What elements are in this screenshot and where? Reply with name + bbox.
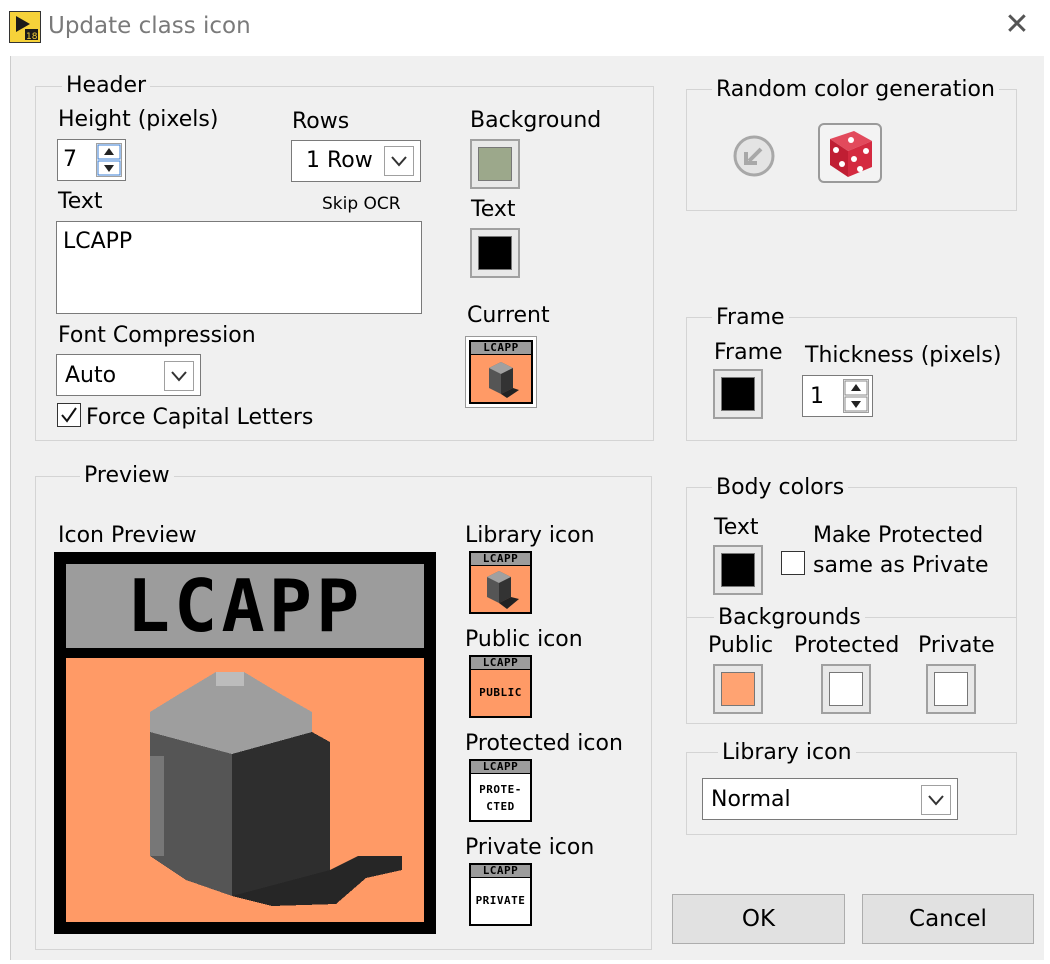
protected-icon-label: Protected icon (465, 731, 623, 756)
dice-icon[interactable] (818, 123, 882, 183)
private-bg-swatch[interactable] (926, 664, 976, 714)
header-group-label: Header (62, 73, 151, 98)
cube-icon (150, 672, 402, 906)
icon-preview-canvas: LCAPP (54, 552, 436, 934)
force-capital-label: Force Capital Letters (86, 405, 314, 430)
height-label: Height (pixels) (58, 107, 219, 132)
svg-text:18: 18 (26, 32, 38, 42)
close-icon[interactable]: ✕ (1000, 10, 1034, 44)
frame-group-label: Frame (712, 305, 789, 330)
preview-group-label: Preview (80, 463, 174, 488)
public-bg-swatch[interactable] (713, 664, 763, 714)
library-icon-group-label: Library icon (718, 740, 856, 765)
text-color-fill (478, 236, 512, 270)
body-text-label: Text (714, 515, 759, 540)
protected-icon-text-line1: PROTE- (479, 783, 522, 796)
protected-icon-text-line2: CTED (486, 800, 515, 813)
make-protected-checkbox[interactable] (781, 551, 805, 575)
library-icon-dropdown[interactable]: Normal (702, 778, 958, 820)
frame-color-swatch[interactable] (713, 369, 763, 419)
force-capital-checkbox[interactable] (57, 403, 81, 427)
protected-icon-header: LCAPP (471, 761, 530, 774)
body-text-color-fill (721, 553, 755, 587)
protected-icon-preview: LCAPP PROTE- CTED (469, 759, 532, 822)
private-icon-text: PRIVATE (475, 894, 526, 907)
background-color-fill (478, 147, 512, 181)
public-icon-header: LCAPP (471, 657, 530, 670)
height-value: 7 (63, 147, 77, 172)
text-color-label: Text (471, 197, 516, 222)
private-icon-label: Private icon (465, 835, 595, 860)
app-icon: 18 (9, 11, 41, 43)
library-icon-label: Library icon (465, 523, 595, 548)
private-icon-header: LCAPP (471, 865, 530, 878)
frame-color-label: Frame (714, 340, 783, 365)
height-field[interactable]: 7 (57, 139, 126, 181)
private-icon-preview: LCAPP PRIVATE (469, 863, 532, 926)
font-compression-label: Font Compression (58, 323, 256, 348)
backgrounds-label: Backgrounds (714, 605, 865, 630)
thickness-spinner[interactable] (843, 379, 869, 413)
text-label: Text (58, 189, 103, 214)
ok-button[interactable]: OK (672, 894, 845, 944)
cube-icon (489, 362, 519, 398)
make-protected-label-line2: same as Private (813, 553, 989, 578)
undo-icon[interactable] (731, 133, 777, 179)
header-text-value: LCAPP (63, 229, 133, 254)
public-bg-fill (721, 672, 755, 706)
icon-preview-label: Icon Preview (58, 523, 197, 548)
cancel-button[interactable]: Cancel (862, 894, 1034, 944)
random-color-label: Random color generation (712, 77, 999, 102)
thickness-label: Thickness (pixels) (805, 343, 1002, 368)
rows-dropdown[interactable]: 1 Row (291, 140, 421, 182)
protected-bg-label: Protected (794, 633, 900, 658)
frame-color-fill (721, 377, 755, 411)
font-compression-dropdown[interactable]: Auto (56, 354, 201, 396)
make-protected-label-line1: Make Protected (813, 523, 984, 548)
chevron-down-icon[interactable] (164, 361, 194, 391)
height-spinner[interactable] (96, 143, 122, 177)
background-label: Background (470, 108, 602, 133)
library-icon-value: Normal (711, 787, 791, 812)
rows-label: Rows (292, 109, 350, 134)
body-colors-label: Body colors (712, 475, 849, 500)
private-bg-fill (934, 672, 968, 706)
library-icon-header: LCAPP (471, 553, 530, 566)
public-icon-label: Public icon (465, 627, 583, 652)
current-icon: LCAPP (465, 336, 537, 408)
public-bg-label: Public (708, 633, 774, 658)
title-bar: 18 Update class icon ✕ (0, 0, 1050, 56)
public-icon-preview: LCAPP PUBLIC (469, 655, 532, 718)
text-color-swatch[interactable] (470, 228, 520, 278)
protected-bg-swatch[interactable] (821, 664, 871, 714)
cube-icon (487, 571, 519, 609)
current-label: Current (467, 303, 550, 328)
window-title: Update class icon (48, 13, 251, 39)
thickness-value: 1 (810, 384, 824, 409)
current-icon-header: LCAPP (471, 342, 531, 355)
rows-value: 1 Row (306, 148, 373, 173)
thickness-field[interactable]: 1 (802, 375, 873, 417)
header-text-input[interactable]: LCAPP (56, 221, 422, 314)
private-bg-label: Private (918, 633, 995, 658)
chevron-down-icon[interactable] (384, 146, 414, 176)
library-icon-preview: LCAPP (469, 551, 532, 614)
background-color-swatch[interactable] (470, 139, 520, 189)
protected-bg-fill (829, 672, 863, 706)
icon-preview-header-text: LCAPP (126, 564, 364, 648)
font-compression-value: Auto (65, 363, 117, 388)
public-icon-text: PUBLIC (479, 686, 522, 699)
body-text-color-swatch[interactable] (713, 545, 763, 595)
skip-ocr-label[interactable]: Skip OCR (322, 194, 401, 214)
chevron-down-icon[interactable] (921, 785, 951, 815)
